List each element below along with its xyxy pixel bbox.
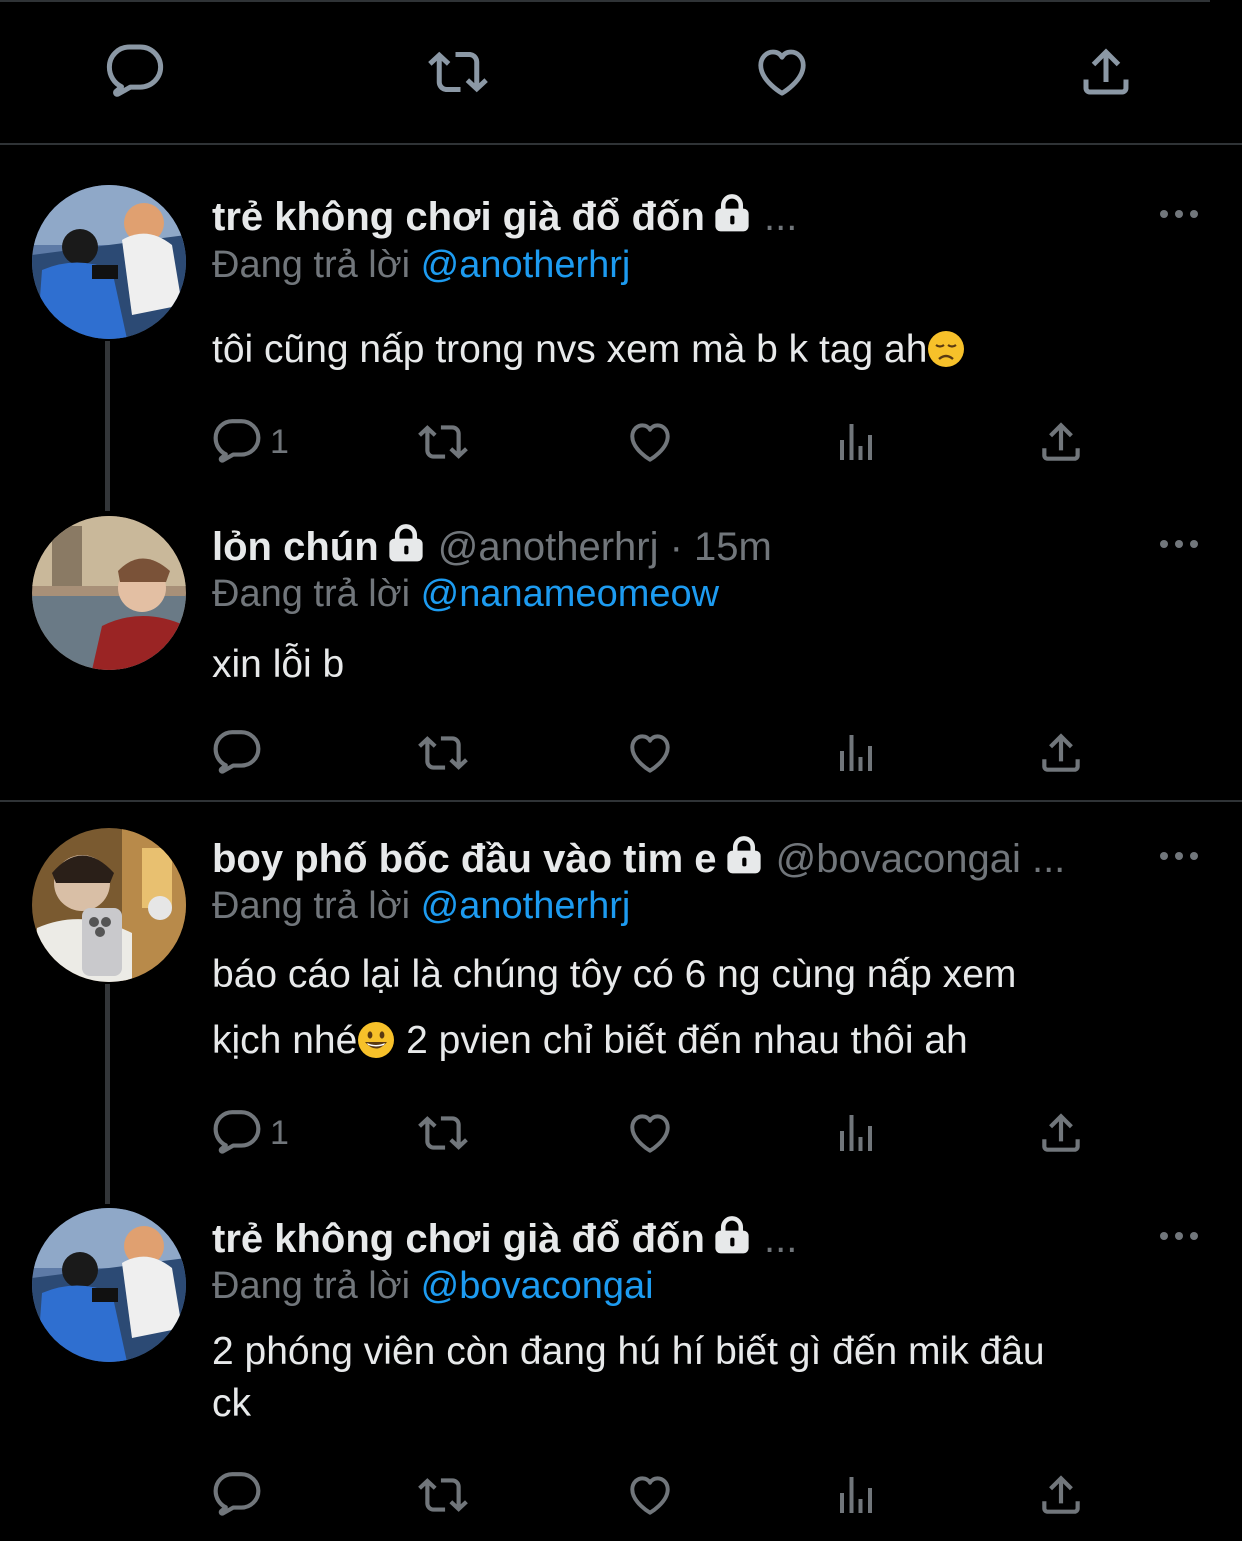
reply-count: 1 [270,423,289,461]
display-name[interactable]: trẻ không chơi già đổ đốn [212,1217,705,1261]
lock-icon [711,1214,753,1256]
like-button[interactable] [625,1470,675,1520]
replying-to-label: Đang trả lời [212,1265,411,1307]
more-options-icon[interactable] [1158,1229,1200,1243]
reply-button[interactable]: 1 [212,1108,289,1158]
lock-icon [723,834,765,876]
replying-to: Đang trả lời @bovacongai [212,1262,654,1310]
handle-meta: ... [764,195,798,239]
handle-meta: @bovacongai ... [775,837,1066,881]
replying-to-label: Đang trả lời [212,885,411,927]
retweet-button[interactable] [416,1470,470,1520]
tweet[interactable]: boy phố bốc đầu vào tim e @bovacongai ..… [0,802,1242,1204]
tweet[interactable]: trẻ không chơi già đổ đốn ... Đang trả l… [0,145,1242,511]
tweet[interactable]: trẻ không chơi già đổ đốn ... Đang trả l… [0,1192,1242,1541]
views-button[interactable] [832,417,880,467]
replying-to-link[interactable]: @anotherhrj [421,885,631,927]
share-button[interactable] [1036,1470,1086,1520]
more-options-icon[interactable] [1158,537,1200,551]
retweet-button[interactable] [416,1108,470,1158]
disappointed-face-icon [927,330,965,368]
tweet[interactable]: lỏn chún @anotherhrj · 15m Đang trả lời … [0,500,1242,800]
reply-button[interactable] [212,728,262,778]
tweet-text-content: 2 pvien chỉ biết đến nhau thôi ah [395,1019,968,1062]
views-button[interactable] [832,728,880,778]
replying-to-link[interactable]: @nanameomeow [421,573,719,615]
heart-icon[interactable] [752,42,812,102]
grinning-face-icon [357,1021,395,1059]
handle-meta: @anotherhrj · 15m [437,525,772,569]
tweet-header: lỏn chún @anotherhrj · 15m [212,522,772,572]
replying-to-label: Đang trả lời [212,244,411,286]
share-button[interactable] [1036,1108,1086,1158]
more-options-icon[interactable] [1158,849,1200,863]
reply-count: 1 [270,1114,289,1152]
tweet-text-line: ck [212,1382,251,1425]
tweet-text-content: xin lỗi b [212,643,345,686]
tweet-text-line: 2 phóng viên còn đang hú hí biết gì đến … [212,1330,1045,1373]
thread-line [105,984,110,1204]
avatar[interactable] [32,828,186,982]
retweet-icon[interactable] [428,42,488,102]
views-button[interactable] [832,1108,880,1158]
retweet-button[interactable] [416,417,470,467]
tweet-text: xin lỗi b [212,632,1192,698]
avatar[interactable] [32,1208,186,1362]
display-name[interactable]: trẻ không chơi già đổ đốn [212,195,705,239]
tweet-text-content: kịch nhé [212,1019,358,1062]
tweet-text-line: báo cáo lại là chúng tôy có 6 ng cùng nấ… [212,953,1017,996]
tweet-text-line: kịch nhé 2 pvien chỉ biết đến nhau thôi … [212,1008,1192,1074]
share-button[interactable] [1036,728,1086,778]
tweet-header: trẻ không chơi già đổ đốn ... [212,1214,797,1264]
views-button[interactable] [832,1470,880,1520]
tweet-text: báo cáo lại là chúng tôy có 6 ng cùng nấ… [212,942,1192,1074]
display-name[interactable]: lỏn chún [212,525,379,569]
top-action-bar [0,0,1242,145]
replying-to-link[interactable]: @bovacongai [421,1265,654,1307]
tweet-text: tôi cũng nấp trong nvs xem mà b k tag ah [212,317,1192,383]
lock-icon [711,192,753,234]
top-divider [0,0,1210,2]
avatar[interactable] [32,516,186,670]
replying-to-link[interactable]: @anotherhrj [421,244,631,286]
share-button[interactable] [1036,417,1086,467]
like-button[interactable] [625,728,675,778]
replying-to: Đang trả lời @nanameomeow [212,570,719,618]
share-icon[interactable] [1076,42,1136,102]
tweet-header: trẻ không chơi già đổ đốn ... [212,192,797,242]
thread-line [105,341,110,511]
display-name[interactable]: boy phố bốc đầu vào tim e [212,837,717,881]
reply-button[interactable] [212,1470,262,1520]
like-button[interactable] [625,417,675,467]
tweet-header: boy phố bốc đầu vào tim e @bovacongai ..… [212,834,1065,884]
replying-to-label: Đang trả lời [212,573,411,615]
tweet-text-content: tôi cũng nấp trong nvs xem mà b k tag ah [212,328,928,371]
replying-to: Đang trả lời @anotherhrj [212,882,630,930]
more-options-icon[interactable] [1158,207,1200,221]
reply-button[interactable]: 1 [212,417,289,467]
avatar[interactable] [32,185,186,339]
tweet-text: 2 phóng viên còn đang hú hí biết gì đến … [212,1326,1192,1430]
comment-icon[interactable] [105,42,165,102]
handle-meta: ... [764,1217,798,1261]
retweet-button[interactable] [416,728,470,778]
like-button[interactable] [625,1108,675,1158]
replying-to: Đang trả lời @anotherhrj [212,241,630,289]
lock-icon [385,522,427,564]
